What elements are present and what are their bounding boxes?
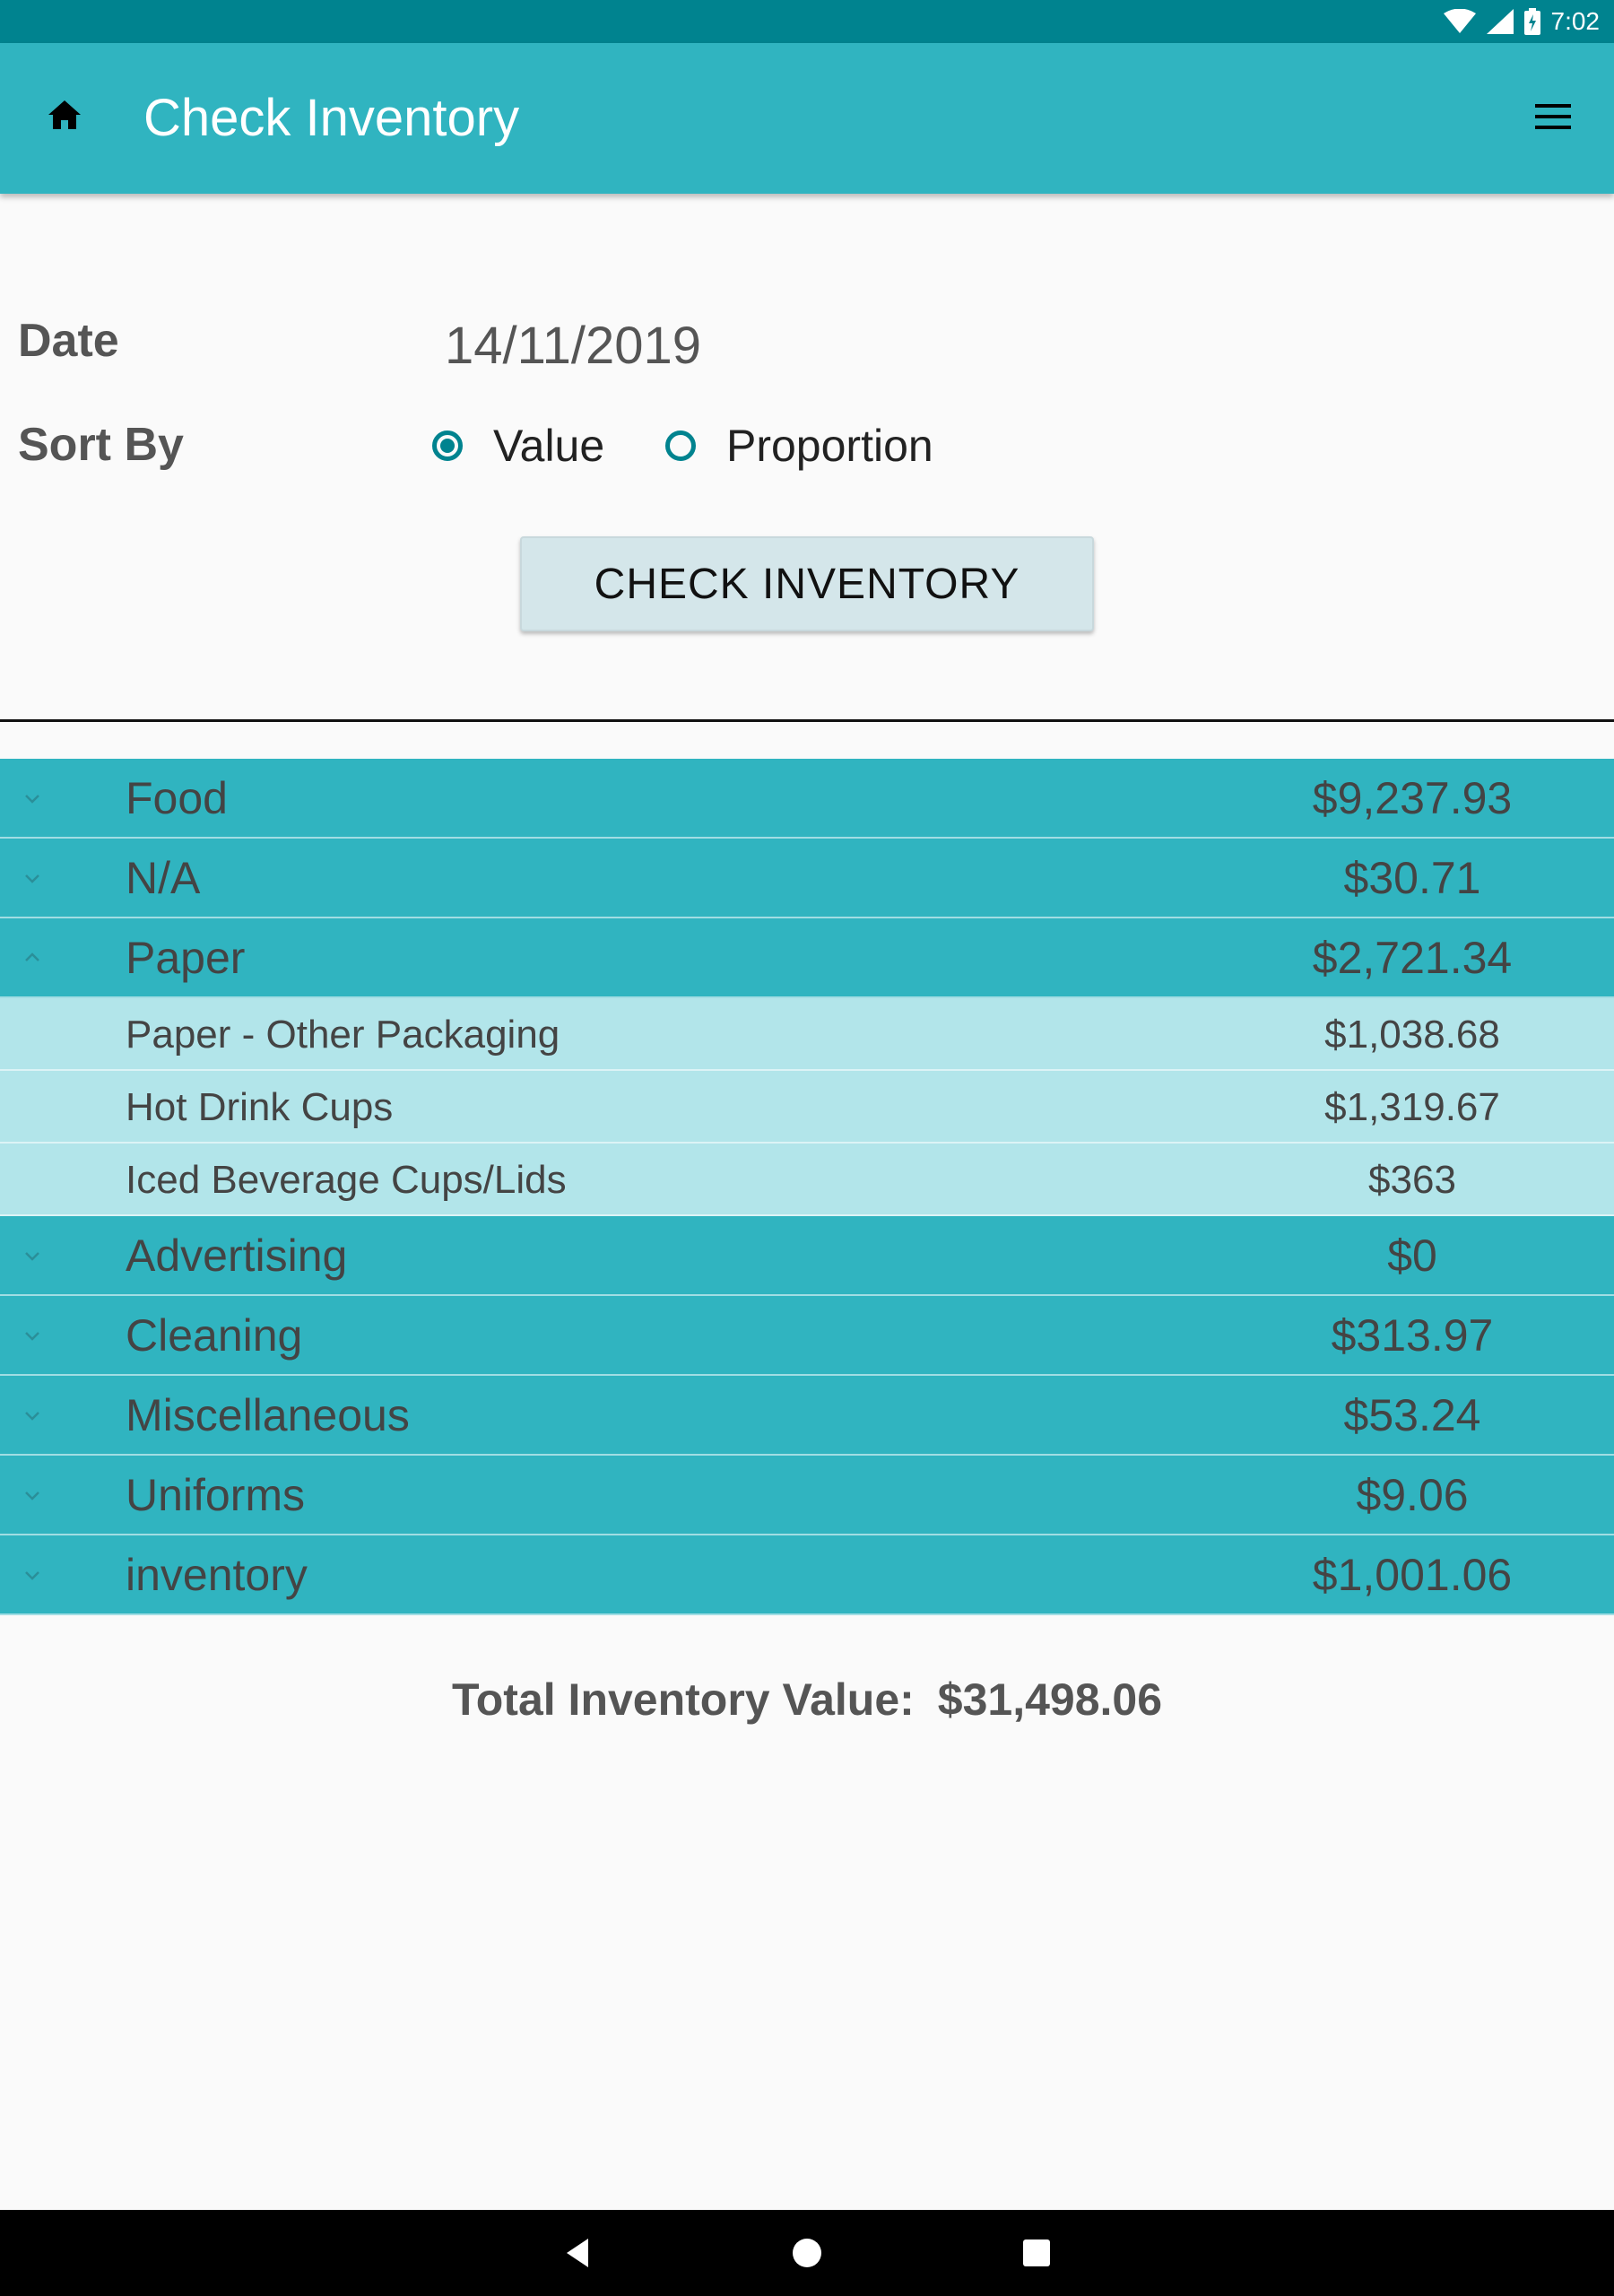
chevron-down-icon <box>25 1252 39 1261</box>
app-bar: Check Inventory <box>0 43 1614 194</box>
system-nav-bar <box>0 2210 1614 2296</box>
chevron-down-icon <box>25 1571 39 1580</box>
chevron-down-icon <box>25 1492 39 1500</box>
sort-value-radio[interactable]: Value <box>432 420 604 472</box>
radio-unselected-icon <box>665 430 696 461</box>
sort-by-label: Sort By <box>18 419 184 471</box>
subcategory-value: $363 <box>1368 1158 1456 1202</box>
category-name: N/A <box>126 853 201 903</box>
status-time: 7:02 <box>1550 7 1601 35</box>
chevron-down-icon <box>25 1412 39 1421</box>
subcategory-value: $1,319.67 <box>1324 1085 1500 1129</box>
category-value: $30.71 <box>1343 853 1481 903</box>
date-label: Date <box>18 315 119 367</box>
total-label: Total Inventory Value: <box>451 1674 915 1725</box>
wifi-icon <box>1443 9 1476 33</box>
check-inventory-button[interactable]: CHECK INVENTORY <box>520 536 1094 631</box>
signal-icon <box>1486 9 1514 34</box>
date-field[interactable]: 14/11/2019 <box>445 316 701 376</box>
home-circle-icon[interactable] <box>785 2231 829 2274</box>
page-title: Check Inventory <box>143 89 520 147</box>
category-row-food[interactable]: Food $9,237.93 <box>0 759 1614 839</box>
category-value: $2,721.34 <box>1312 933 1513 983</box>
category-name: Uniforms <box>126 1470 306 1520</box>
subcategory-name: Hot Drink Cups <box>126 1085 394 1129</box>
sort-value-label: Value <box>493 421 605 471</box>
category-name: Miscellaneous <box>126 1390 410 1440</box>
home-icon[interactable] <box>43 93 86 136</box>
category-name: Advertising <box>126 1231 348 1281</box>
category-row-uniforms[interactable]: Uniforms $9.06 <box>0 1456 1614 1535</box>
category-name: inventory <box>126 1550 308 1600</box>
category-value: $9,237.93 <box>1312 773 1513 823</box>
category-row-cleaning[interactable]: Cleaning $313.97 <box>0 1296 1614 1376</box>
subcategory-row-iced-beverage-cups[interactable]: Iced Beverage Cups/Lids $363 <box>0 1144 1614 1216</box>
category-row-miscellaneous[interactable]: Miscellaneous $53.24 <box>0 1376 1614 1456</box>
subcategory-row-hot-drink-cups[interactable]: Hot Drink Cups $1,319.67 <box>0 1071 1614 1144</box>
category-row-advertising[interactable]: Advertising $0 <box>0 1216 1614 1296</box>
sort-proportion-label: Proportion <box>726 421 933 471</box>
status-bar: 7:02 <box>0 0 1614 43</box>
inventory-list: Food $9,237.93 N/A $30.71 Paper $2,721.3… <box>0 759 1614 1615</box>
subcategory-name: Iced Beverage Cups/Lids <box>126 1158 567 1202</box>
category-value: $53.24 <box>1343 1390 1481 1440</box>
category-name: Paper <box>126 933 246 983</box>
category-row-paper[interactable]: Paper $2,721.34 <box>0 918 1614 998</box>
category-value: $1,001.06 <box>1312 1550 1513 1600</box>
chevron-down-icon <box>25 1332 39 1341</box>
back-triangle-icon[interactable] <box>556 2231 599 2274</box>
chevron-down-icon <box>25 874 39 883</box>
divider <box>0 719 1614 722</box>
subcategory-value: $1,038.68 <box>1324 1013 1500 1057</box>
battery-icon <box>1523 8 1540 35</box>
category-name: Food <box>126 773 228 823</box>
chevron-down-icon <box>25 795 39 804</box>
recents-square-icon[interactable] <box>1015 2231 1058 2274</box>
category-value: $0 <box>1387 1231 1437 1281</box>
sort-proportion-radio[interactable]: Proportion <box>665 420 933 472</box>
category-row-inventory[interactable]: inventory $1,001.06 <box>0 1535 1614 1615</box>
category-row-na[interactable]: N/A $30.71 <box>0 839 1614 918</box>
category-value: $9.06 <box>1356 1470 1469 1520</box>
category-value: $313.97 <box>1331 1310 1494 1361</box>
total-inventory: Total Inventory Value: $31,498.06 <box>0 1674 1614 1726</box>
hamburger-menu-icon[interactable] <box>1532 99 1575 135</box>
total-value: $31,498.06 <box>937 1674 1163 1725</box>
subcategory-row-other-packaging[interactable]: Paper - Other Packaging $1,038.68 <box>0 998 1614 1071</box>
subcategory-name: Paper - Other Packaging <box>126 1013 560 1057</box>
category-name: Cleaning <box>126 1310 303 1361</box>
radio-selected-icon <box>432 430 463 461</box>
chevron-up-icon <box>25 952 39 961</box>
